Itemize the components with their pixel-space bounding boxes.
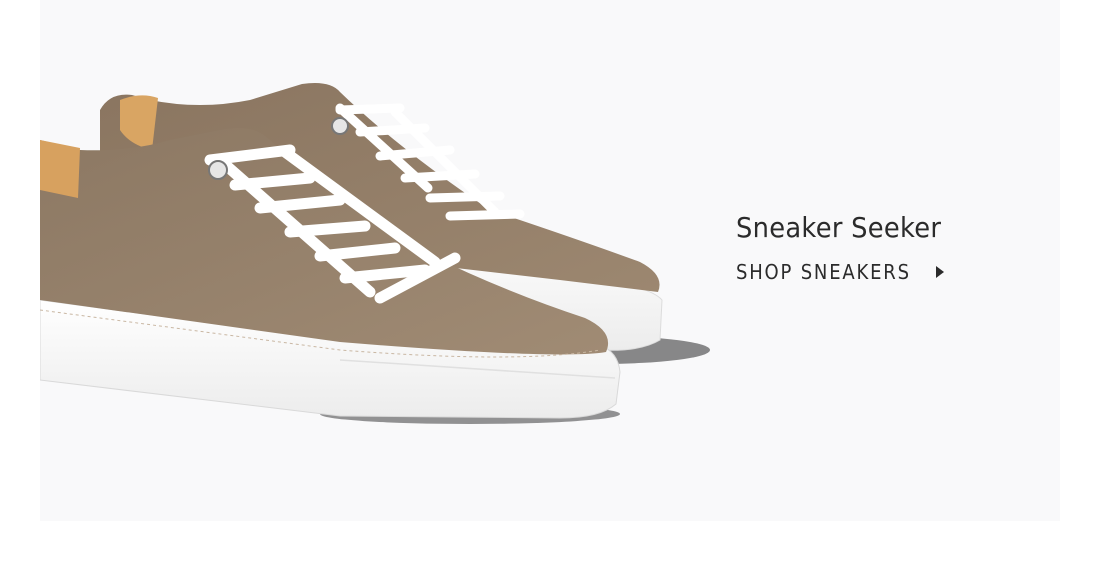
sneaker-pair-image[interactable]	[40, 0, 720, 521]
caret-right-icon	[936, 266, 945, 278]
promo-banner[interactable]: Sneaker Seeker SHOP SNEAKERS	[40, 0, 1060, 521]
shop-sneakers-label: SHOP SNEAKERS	[736, 260, 911, 284]
shop-sneakers-link[interactable]: SHOP SNEAKERS	[736, 258, 945, 286]
promo-title: Sneaker Seeker	[736, 211, 942, 244]
promo-text: Sneaker Seeker SHOP SNEAKERS	[736, 208, 1036, 286]
